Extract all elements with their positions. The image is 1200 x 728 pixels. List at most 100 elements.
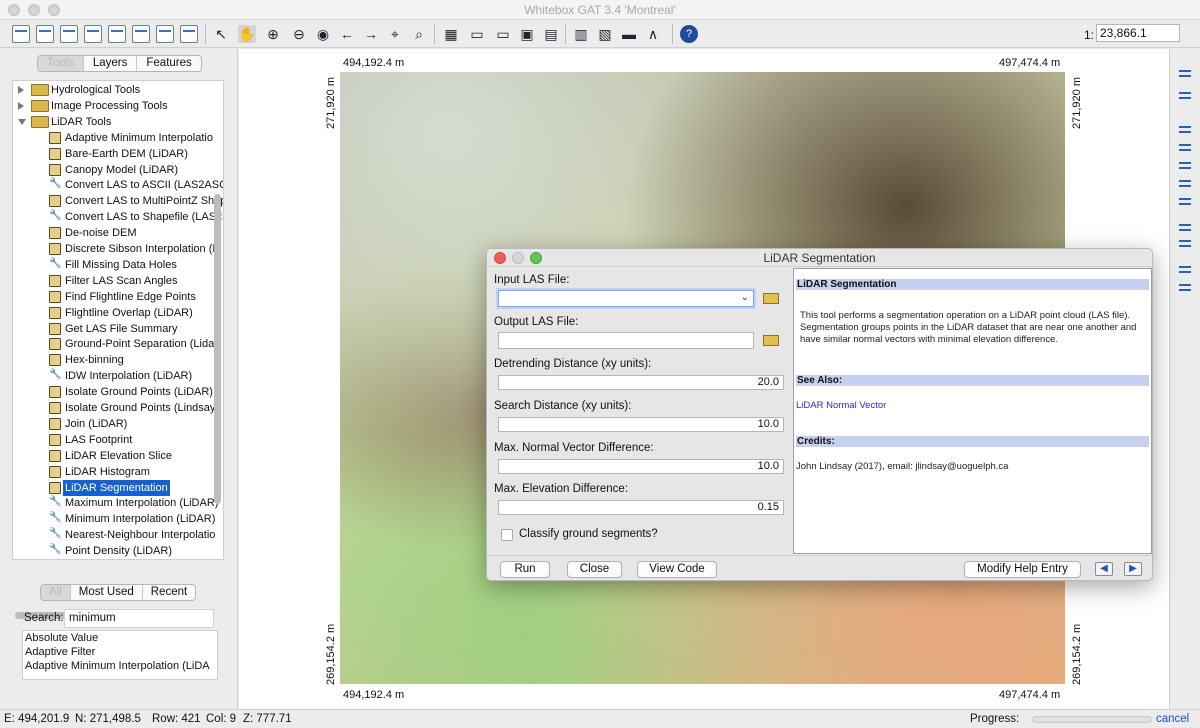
tree-tool-item[interactable]: LiDAR Segmentation [13, 479, 223, 496]
view-code-button[interactable]: View Code [637, 561, 717, 578]
tree-tool-item[interactable]: Get LAS File Summary [13, 321, 223, 337]
lower-layer-icon[interactable] [132, 25, 150, 43]
output-las-browse-button[interactable] [760, 332, 782, 348]
list-item[interactable]: Adaptive Filter [23, 645, 217, 659]
full-extent-icon[interactable]: ◉ [314, 25, 332, 43]
tree-tool-item[interactable]: Filter LAS Scan Angles [13, 273, 223, 289]
tree-tool-item[interactable]: Canopy Model (LiDAR) [13, 162, 223, 178]
close-button[interactable]: Close [567, 561, 622, 578]
tree-tool-item[interactable]: Bare-Earth DEM (LiDAR) [13, 146, 223, 162]
input-las-combo[interactable]: ⌄ [498, 290, 754, 307]
list-item[interactable]: Absolute Value [23, 631, 217, 645]
tab-layers[interactable]: Layers [84, 56, 138, 71]
tree-tool-item[interactable]: LiDAR Elevation Slice [13, 448, 223, 464]
tree-tool-item[interactable]: Hex-binning [13, 352, 223, 368]
modify-help-button[interactable]: Modify Help Entry [964, 561, 1081, 578]
remove-layer-icon[interactable] [84, 25, 102, 43]
print-icon[interactable]: ▤ [542, 25, 560, 43]
tree-tool-item[interactable]: LiDAR Histogram [13, 464, 223, 480]
tab-tools[interactable]: Tools [38, 56, 84, 71]
new-map-icon[interactable] [12, 25, 30, 43]
tree-tool-item[interactable]: Adaptive Minimum Interpolatio [13, 130, 223, 146]
distribute-vertical-icon[interactable] [1177, 221, 1193, 235]
help-icon[interactable]: ? [680, 25, 698, 43]
tree-group-row[interactable]: Image Processing Tools [13, 98, 223, 114]
tree-tool-item[interactable]: Discrete Sibson Interpolation (L [13, 241, 223, 257]
align-center-icon[interactable] [1177, 123, 1193, 137]
layer-properties-icon[interactable] [156, 25, 174, 43]
tree-tool-item[interactable]: De-noise DEM [13, 225, 223, 241]
tree-tool-item[interactable]: Isolate Ground Points (Lindsays [13, 400, 223, 416]
search-distance-field[interactable]: 10.0 [498, 417, 784, 432]
tree-tool-item[interactable]: LAS Footprint [13, 432, 223, 448]
dialog-minimize-button[interactable] [512, 252, 524, 264]
tab-features[interactable]: Features [137, 56, 200, 71]
dialog-zoom-button[interactable] [530, 252, 542, 264]
tree-tool-item[interactable]: Flightline Overlap (LiDAR) [13, 305, 223, 321]
tree-tool-item[interactable]: Find Flightline Edge Points [13, 289, 223, 305]
classify-ground-checkbox[interactable] [501, 529, 513, 541]
distribute-horizontal-icon[interactable] [1177, 237, 1193, 251]
tool-search-input[interactable]: minimum [64, 609, 214, 628]
align-top-icon[interactable] [1177, 159, 1193, 173]
see-also-link[interactable]: LiDAR Normal Vector [796, 400, 1147, 412]
tab-all[interactable]: All [41, 585, 71, 600]
previous-extent-icon[interactable]: ← [338, 25, 356, 43]
tree-vertical-scrollbar[interactable] [214, 194, 221, 504]
tab-most-used[interactable]: Most Used [71, 585, 143, 600]
map-icon[interactable]: ▦ [442, 25, 460, 43]
tree-tool-item[interactable]: Ground-Point Separation (Lidar [13, 336, 223, 352]
group-icon[interactable] [1177, 263, 1193, 277]
tree-tool-item[interactable]: 🔧 Maximum Interpolation (LiDAR) [13, 495, 223, 511]
detrend-distance-field[interactable]: 20.0 [498, 375, 784, 390]
page-icon[interactable] [1177, 67, 1193, 81]
tree-tool-item[interactable]: 🔧 Fill Missing Data Holes [13, 257, 223, 273]
normal-diff-field[interactable]: 10.0 [498, 459, 784, 474]
ungroup-icon[interactable] [1177, 281, 1193, 295]
tree-tool-item[interactable]: 🔧 Nearest-Neighbour Interpolatio [13, 527, 223, 543]
open-map-icon[interactable] [36, 25, 54, 43]
tree-tool-item[interactable]: 🔧 Minimum Interpolation (LiDAR) [13, 511, 223, 527]
pan-hand-icon[interactable]: ✋ [238, 25, 256, 43]
tree-tool-item[interactable]: Isolate Ground Points (LiDAR) [13, 384, 223, 400]
tree-tool-item[interactable]: 🔧 Convert LAS to Shapefile (LAS2S [13, 209, 223, 225]
previous-help-button[interactable]: ◀ [1095, 562, 1113, 576]
run-button[interactable]: Run [500, 561, 550, 578]
zoom-in-icon[interactable]: ⊕ [264, 25, 282, 43]
tree-tool-item[interactable]: 🔧 IDW Interpolation (LiDAR) [13, 368, 223, 384]
select-feature-icon[interactable]: ⌖ [386, 25, 404, 43]
profile-icon[interactable]: ∧ [644, 25, 662, 43]
tab-recent[interactable]: Recent [143, 585, 195, 600]
align-right-icon[interactable] [1177, 141, 1193, 155]
zoom-out-icon[interactable]: ⊖ [290, 25, 308, 43]
align-bottom-icon[interactable] [1177, 195, 1193, 209]
tree-tool-item[interactable]: Convert LAS to MultiPointZ Shap [13, 193, 223, 209]
tree-tool-item[interactable]: 🔧 Point Density (LiDAR) [13, 543, 223, 559]
input-las-browse-button[interactable] [760, 290, 782, 306]
select-pointer-icon[interactable]: ↖ [212, 25, 230, 43]
tree-group-row[interactable]: Hydrological Tools [13, 82, 223, 98]
next-help-button[interactable]: ▶ [1124, 562, 1142, 576]
map-scale-input[interactable]: 23,866.1 [1096, 24, 1180, 42]
disclosure-right-icon[interactable] [18, 86, 24, 94]
dialog-close-button[interactable] [494, 252, 506, 264]
calculator-icon[interactable]: ▥ [572, 25, 590, 43]
open-folder-icon[interactable]: ▭ [468, 25, 486, 43]
tree-tool-item[interactable]: 🔧 Convert LAS to ASCII (LAS2ASCI [13, 177, 223, 193]
scroll-tool-icon[interactable]: ▧ [596, 25, 614, 43]
disclosure-right-icon[interactable] [18, 101, 24, 110]
align-middle-icon[interactable] [1177, 177, 1193, 191]
folder-icon[interactable]: ▭ [494, 25, 512, 43]
measure-icon[interactable]: ▬ [620, 25, 638, 43]
save-icon[interactable]: ▣ [518, 25, 536, 43]
table-view-icon[interactable] [180, 25, 198, 43]
cancel-link[interactable]: cancel [1156, 713, 1189, 725]
raise-layer-icon[interactable] [108, 25, 126, 43]
list-item[interactable]: Adaptive Minimum Interpolation (LiDA [23, 659, 217, 673]
elev-diff-field[interactable]: 0.15 [498, 500, 784, 515]
identify-icon[interactable]: ⌕ [410, 25, 428, 43]
disclosure-down-icon[interactable] [18, 118, 26, 125]
tree-group-row[interactable]: LiDAR Tools [13, 114, 223, 130]
output-las-field[interactable] [498, 332, 754, 349]
add-layer-icon[interactable] [60, 25, 78, 43]
